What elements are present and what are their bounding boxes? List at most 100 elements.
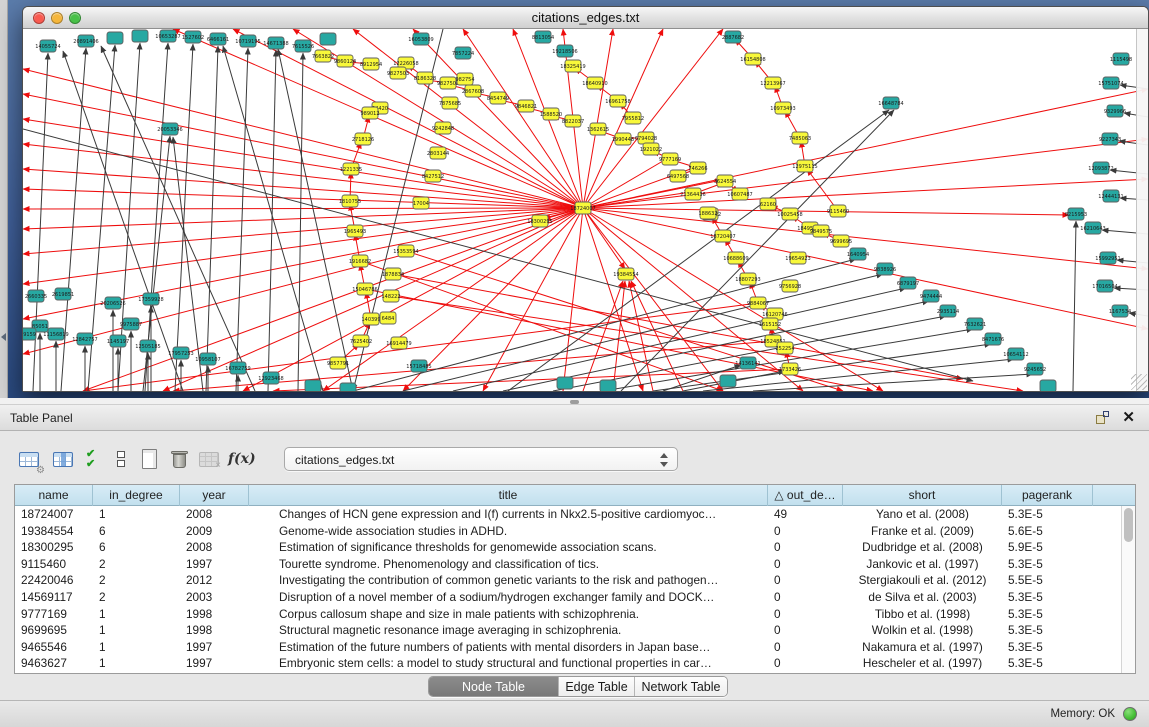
graph-node[interactable]: 1527602 bbox=[182, 31, 204, 43]
column-header-short[interactable]: short bbox=[843, 485, 1002, 506]
graph-node[interactable]: 10973493 bbox=[770, 102, 795, 114]
row-height-icon[interactable] bbox=[108, 446, 136, 474]
close-panel-icon[interactable]: ✕ bbox=[1122, 408, 1135, 426]
graph-node[interactable]: 9857791 bbox=[327, 357, 349, 369]
graph-node[interactable]: 16914479 bbox=[386, 337, 411, 349]
graph-node[interactable]: 18807293 bbox=[735, 273, 760, 285]
graph-node[interactable]: 1965493 bbox=[344, 225, 366, 237]
graph-node[interactable]: 12213967 bbox=[760, 77, 785, 89]
column-header-pagerank[interactable]: pagerank bbox=[1002, 485, 1093, 506]
graph-node[interactable]: 1921022 bbox=[640, 143, 662, 155]
graph-node[interactable]: 1916682 bbox=[349, 255, 371, 267]
graph-node[interactable]: 16053809 bbox=[408, 33, 433, 45]
graph-node[interactable]: 9838926 bbox=[874, 263, 896, 275]
column-header-title[interactable]: title bbox=[249, 485, 768, 506]
graph-node[interactable]: 8215953 bbox=[1065, 208, 1087, 220]
graph-node[interactable]: 16961758 bbox=[605, 95, 630, 107]
graph-node[interactable]: 15751074 bbox=[1098, 77, 1123, 89]
graph-node[interactable]: 12093872 bbox=[1088, 162, 1113, 174]
graph-node[interactable]: 9884067 bbox=[747, 297, 769, 309]
graph-node[interactable]: 1990448 bbox=[612, 133, 634, 145]
graph-node[interactable]: 18640910 bbox=[582, 77, 607, 89]
graph-vertical-scrollbar[interactable] bbox=[1136, 29, 1148, 391]
graph-node[interactable]: 9115460 bbox=[827, 205, 849, 217]
table-row[interactable]: 946554611997Estimation of the future num… bbox=[15, 639, 1121, 656]
float-window-icon[interactable] bbox=[1096, 411, 1109, 424]
table-settings-icon[interactable]: ⚙ bbox=[16, 446, 44, 474]
graph-node[interactable]: 1640954 bbox=[847, 248, 869, 260]
graph-node[interactable]: 12842757 bbox=[72, 333, 97, 345]
graph-node[interactable]: 10654112 bbox=[1003, 348, 1028, 360]
graph-node[interactable]: 7632621 bbox=[964, 318, 986, 330]
graph-node[interactable]: 7615526 bbox=[292, 40, 314, 52]
table-row[interactable]: 1456911722003Disruption of a novel membe… bbox=[15, 589, 1121, 606]
graph-node[interactable] bbox=[600, 380, 616, 391]
graph-node[interactable]: 21364436 bbox=[680, 188, 705, 200]
graph-node[interactable]: 989012 bbox=[360, 107, 379, 119]
graph-node[interactable]: 9975887 bbox=[120, 318, 142, 330]
graph-node[interactable]: 1167534 bbox=[1109, 305, 1131, 317]
graph-node[interactable]: 982754 bbox=[455, 73, 474, 85]
tab-node-table[interactable]: Node Table bbox=[429, 677, 559, 697]
graph-node[interactable]: 17016504 bbox=[1092, 280, 1117, 292]
graph-node[interactable]: 1145197 bbox=[107, 335, 129, 347]
graph-node[interactable]: 188632 bbox=[698, 207, 717, 219]
graph-node[interactable]: 10719195 bbox=[235, 35, 260, 47]
panel-collapse-arrow-icon[interactable] bbox=[1, 333, 6, 341]
graph-node[interactable]: 8813054 bbox=[532, 31, 554, 43]
graph-node[interactable]: 3624554 bbox=[714, 175, 736, 187]
graph-node[interactable]: 8427512 bbox=[422, 170, 444, 182]
table-row[interactable]: 946362711997Embryonic stem cells: a mode… bbox=[15, 655, 1121, 672]
graph-node[interactable]: 6794028 bbox=[635, 132, 657, 144]
graph-node[interactable]: 1588520 bbox=[540, 108, 562, 120]
graph-node[interactable]: 7625402 bbox=[350, 335, 372, 347]
graph-node[interactable]: 6466161 bbox=[207, 33, 229, 45]
table-row[interactable]: 911546021997Tourette syndrome. Phenomeno… bbox=[15, 556, 1121, 573]
graph-node[interactable]: 148222 bbox=[381, 290, 400, 302]
column-header-year[interactable]: year bbox=[180, 485, 249, 506]
panel-splitter[interactable] bbox=[0, 398, 1149, 405]
graph-node[interactable]: 19654923 bbox=[785, 252, 810, 264]
scrollbar-thumb[interactable] bbox=[1124, 508, 1133, 542]
graph-node[interactable]: 14671388 bbox=[263, 37, 288, 49]
graph-node[interactable]: 16154808 bbox=[740, 53, 765, 65]
column-header-indegree[interactable]: in_degree bbox=[93, 485, 180, 506]
graph-node[interactable]: 16210643 bbox=[1080, 222, 1105, 234]
graph-node[interactable]: 9756928 bbox=[779, 280, 801, 292]
graph-node[interactable]: 20053346 bbox=[157, 123, 182, 135]
graph-node[interactable]: 2803144 bbox=[427, 147, 449, 159]
graph-node[interactable]: 8912954 bbox=[360, 58, 382, 70]
graph-node[interactable]: 1615152 bbox=[759, 318, 781, 330]
table-vertical-scrollbar[interactable] bbox=[1121, 506, 1135, 673]
graph-node[interactable]: 12505185 bbox=[135, 340, 160, 352]
graph-node[interactable] bbox=[557, 377, 573, 389]
graph-node[interactable]: 140399 bbox=[361, 313, 380, 325]
graph-node[interactable]: 6484 bbox=[380, 312, 396, 324]
graph-node[interactable]: 2887682 bbox=[722, 31, 744, 43]
graph-node[interactable]: 10688609 bbox=[723, 252, 748, 264]
tab-network-table[interactable]: Network Table bbox=[635, 677, 727, 697]
graph-node[interactable]: 12975115 bbox=[792, 160, 817, 172]
window-resize-grip-icon[interactable] bbox=[1131, 374, 1147, 390]
graph-node[interactable]: 62160 bbox=[760, 198, 776, 210]
graph-node[interactable]: 1878834 bbox=[382, 268, 404, 280]
graph-node[interactable]: 8822037 bbox=[562, 115, 584, 127]
graph-node[interactable]: 252254 bbox=[775, 342, 794, 354]
graph-node[interactable]: 9245652 bbox=[1024, 363, 1046, 375]
select-columns-icon[interactable]: ✔✔ bbox=[80, 446, 108, 474]
graph-node[interactable] bbox=[305, 380, 321, 391]
graph-node[interactable]: 2935114 bbox=[937, 305, 959, 317]
graph-node[interactable]: 9474444 bbox=[920, 290, 942, 302]
table-row[interactable]: 1830029562008Estimation of significance … bbox=[15, 539, 1121, 556]
graph-node[interactable]: 7955812 bbox=[622, 112, 644, 124]
graph-node[interactable]: 2718126 bbox=[352, 133, 374, 145]
delete-column-icon[interactable] bbox=[166, 446, 194, 474]
network-view-window[interactable]: citations_edges.txt 14055724208914061065… bbox=[22, 6, 1149, 392]
function-builder-icon[interactable]: f(x) bbox=[226, 446, 254, 474]
graph-node[interactable]: 6497568 bbox=[667, 170, 689, 182]
graph-node[interactable]: 15353594 bbox=[393, 245, 418, 257]
graph-node[interactable]: 9860124 bbox=[334, 55, 356, 67]
table-row[interactable]: 969969511998Structural magnetic resonanc… bbox=[15, 622, 1121, 639]
graph-node[interactable]: 2619851 bbox=[52, 288, 74, 300]
graph-node[interactable]: 1221335 bbox=[340, 163, 362, 175]
